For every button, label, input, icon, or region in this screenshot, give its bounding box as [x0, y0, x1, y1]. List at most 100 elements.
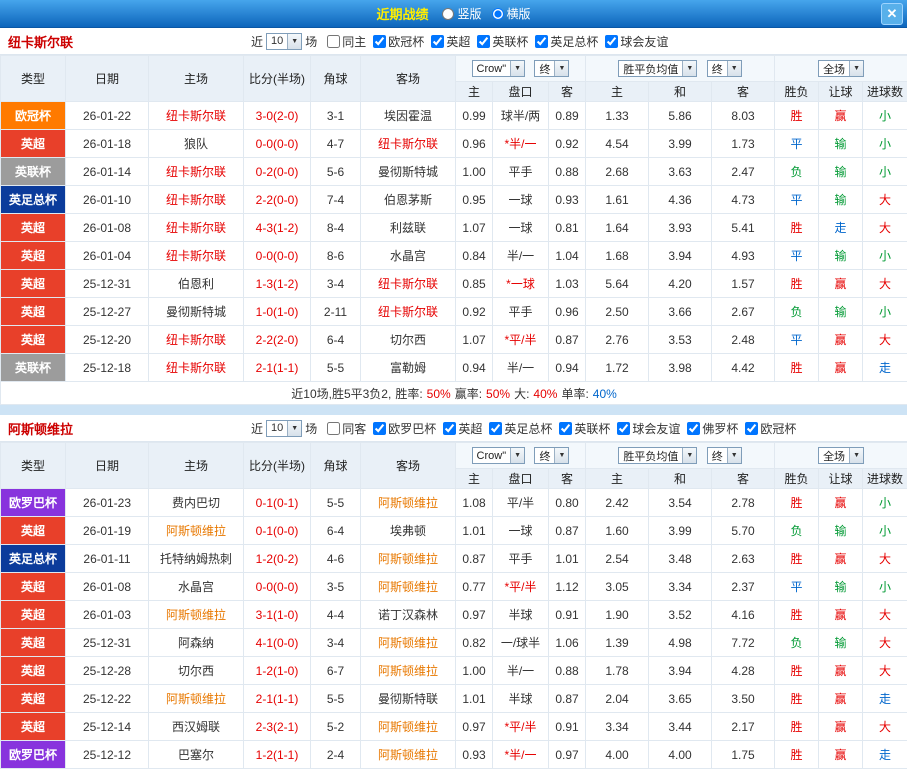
checkbox-icon[interactable]	[745, 422, 758, 435]
away-team-link[interactable]: 纽卡斯尔联	[361, 130, 456, 158]
away-team-link[interactable]: 纽卡斯尔联	[361, 298, 456, 326]
away-team-link[interactable]: 富勒姆	[361, 354, 456, 382]
home-team-link[interactable]: 阿斯顿维拉	[149, 517, 244, 545]
checkbox-icon[interactable]	[327, 35, 340, 48]
league-filter-checkbox[interactable]: 欧罗巴杯	[373, 420, 436, 437]
away-team-link[interactable]: 埃弗顿	[361, 517, 456, 545]
match-score[interactable]: 2-2(2-0)	[244, 326, 311, 354]
away-team-link[interactable]: 利兹联	[361, 214, 456, 242]
league-filter-checkbox[interactable]: 英足总杯	[535, 33, 598, 50]
away-team-link[interactable]: 阿斯顿维拉	[361, 741, 456, 769]
bookmaker-select[interactable]: Crow"▼	[472, 447, 526, 464]
match-score[interactable]: 0-0(0-0)	[244, 130, 311, 158]
match-score[interactable]: 1-2(1-0)	[244, 657, 311, 685]
away-team-link[interactable]: 阿斯顿维拉	[361, 657, 456, 685]
home-team-link[interactable]: 阿斯顿维拉	[149, 685, 244, 713]
home-team-link[interactable]: 曼彻斯特城	[149, 298, 244, 326]
home-team-link[interactable]: 纽卡斯尔联	[149, 242, 244, 270]
match-score[interactable]: 0-2(0-0)	[244, 158, 311, 186]
league-filter-checkbox[interactable]: 英足总杯	[489, 420, 552, 437]
avg-odds-select[interactable]: 胜平负均值▼	[618, 60, 697, 77]
match-count-select[interactable]: 10▼	[266, 33, 302, 50]
checkbox-icon[interactable]	[617, 422, 630, 435]
team-name-link[interactable]: 纽卡斯尔联	[8, 32, 248, 51]
away-team-link[interactable]: 诺丁汉森林	[361, 601, 456, 629]
home-team-link[interactable]: 费内巴切	[149, 489, 244, 517]
home-team-link[interactable]: 托特纳姆热刺	[149, 545, 244, 573]
away-team-link[interactable]: 伯恩茅斯	[361, 186, 456, 214]
checkbox-icon[interactable]	[477, 35, 490, 48]
league-filter-checkbox[interactable]: 欧冠杯	[373, 33, 424, 50]
checkbox-icon[interactable]	[431, 35, 444, 48]
checkbox-icon[interactable]	[327, 422, 340, 435]
match-score[interactable]: 4-1(0-0)	[244, 629, 311, 657]
match-score[interactable]: 0-1(0-0)	[244, 517, 311, 545]
match-score[interactable]: 4-3(1-2)	[244, 214, 311, 242]
handicap-time-select[interactable]: 终▼	[534, 60, 569, 77]
match-count-select[interactable]: 10▼	[266, 420, 302, 437]
home-team-link[interactable]: 纽卡斯尔联	[149, 354, 244, 382]
away-team-link[interactable]: 曼彻斯特城	[361, 158, 456, 186]
handicap-time-select[interactable]: 终▼	[534, 447, 569, 464]
match-score[interactable]: 0-1(0-1)	[244, 489, 311, 517]
home-team-link[interactable]: 纽卡斯尔联	[149, 102, 244, 130]
checkbox-icon[interactable]	[373, 35, 386, 48]
checkbox-icon[interactable]	[373, 422, 386, 435]
layout-radio-vertical[interactable]: 竖版	[442, 5, 481, 22]
bookmaker-select[interactable]: Crow"▼	[472, 60, 526, 77]
layout-radio-horizontal[interactable]: 横版	[492, 5, 531, 22]
scope-select[interactable]: 全场▼	[818, 447, 864, 464]
league-filter-checkbox[interactable]: 欧冠杯	[745, 420, 796, 437]
home-team-link[interactable]: 纽卡斯尔联	[149, 158, 244, 186]
match-score[interactable]: 1-2(0-2)	[244, 545, 311, 573]
away-team-link[interactable]: 阿斯顿维拉	[361, 489, 456, 517]
away-team-link[interactable]: 水晶宫	[361, 242, 456, 270]
match-score[interactable]: 0-0(0-0)	[244, 573, 311, 601]
away-team-link[interactable]: 曼彻斯特联	[361, 685, 456, 713]
match-score[interactable]: 2-2(0-0)	[244, 186, 311, 214]
checkbox-icon[interactable]	[489, 422, 502, 435]
home-team-link[interactable]: 狼队	[149, 130, 244, 158]
league-filter-checkbox[interactable]: 球会友谊	[617, 420, 680, 437]
match-score[interactable]: 3-0(2-0)	[244, 102, 311, 130]
checkbox-icon[interactable]	[559, 422, 572, 435]
checkbox-icon[interactable]	[605, 35, 618, 48]
match-score[interactable]: 1-3(1-2)	[244, 270, 311, 298]
match-score[interactable]: 0-0(0-0)	[244, 242, 311, 270]
league-filter-checkbox[interactable]: 英联杯	[559, 420, 610, 437]
same-venue-checkbox[interactable]: 同客	[327, 420, 366, 437]
match-score[interactable]: 1-0(1-0)	[244, 298, 311, 326]
vertical-radio-icon[interactable]	[442, 8, 454, 20]
match-score[interactable]: 1-2(1-1)	[244, 741, 311, 769]
league-filter-checkbox[interactable]: 英联杯	[477, 33, 528, 50]
home-team-link[interactable]: 纽卡斯尔联	[149, 326, 244, 354]
home-team-link[interactable]: 阿森纳	[149, 629, 244, 657]
scope-select[interactable]: 全场▼	[818, 60, 864, 77]
horizontal-radio-icon[interactable]	[492, 8, 504, 20]
match-score[interactable]: 2-3(2-1)	[244, 713, 311, 741]
avg-odds-select[interactable]: 胜平负均值▼	[618, 447, 697, 464]
away-team-link[interactable]: 纽卡斯尔联	[361, 270, 456, 298]
home-team-link[interactable]: 阿斯顿维拉	[149, 601, 244, 629]
away-team-link[interactable]: 阿斯顿维拉	[361, 573, 456, 601]
home-team-link[interactable]: 水晶宫	[149, 573, 244, 601]
avg-time-select[interactable]: 终▼	[707, 60, 742, 77]
checkbox-icon[interactable]	[535, 35, 548, 48]
home-team-link[interactable]: 纽卡斯尔联	[149, 214, 244, 242]
home-team-link[interactable]: 巴塞尔	[149, 741, 244, 769]
home-team-link[interactable]: 切尔西	[149, 657, 244, 685]
checkbox-icon[interactable]	[443, 422, 456, 435]
away-team-link[interactable]: 埃因霍温	[361, 102, 456, 130]
league-filter-checkbox[interactable]: 英超	[443, 420, 482, 437]
avg-time-select[interactable]: 终▼	[707, 447, 742, 464]
checkbox-icon[interactable]	[687, 422, 700, 435]
away-team-link[interactable]: 阿斯顿维拉	[361, 545, 456, 573]
same-venue-checkbox[interactable]: 同主	[327, 33, 366, 50]
league-filter-checkbox[interactable]: 球会友谊	[605, 33, 668, 50]
match-score[interactable]: 2-1(1-1)	[244, 685, 311, 713]
close-button[interactable]: ✕	[881, 3, 903, 25]
match-score[interactable]: 2-1(1-1)	[244, 354, 311, 382]
league-filter-checkbox[interactable]: 佛罗杯	[687, 420, 738, 437]
league-filter-checkbox[interactable]: 英超	[431, 33, 470, 50]
away-team-link[interactable]: 阿斯顿维拉	[361, 629, 456, 657]
